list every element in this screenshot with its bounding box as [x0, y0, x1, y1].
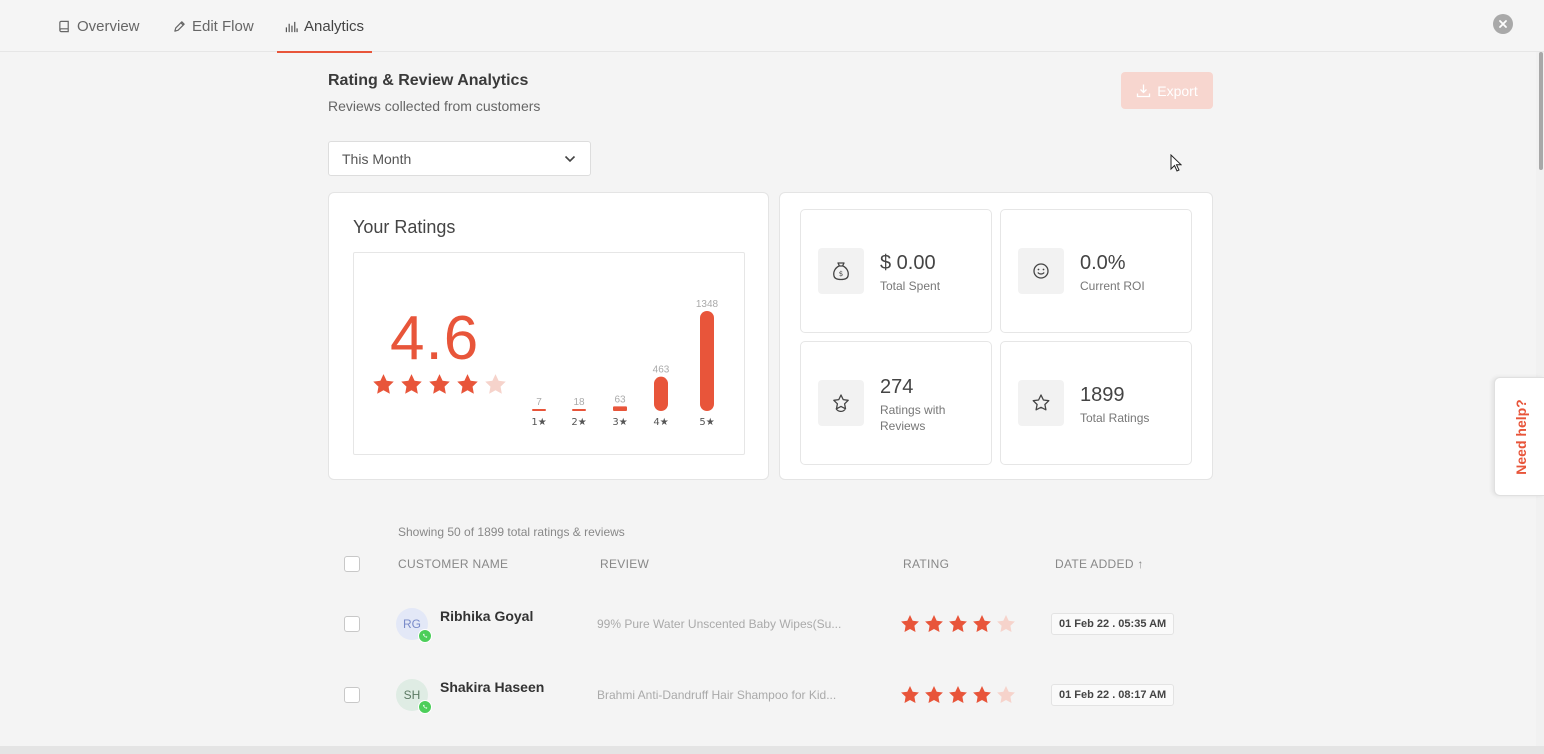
money-bag-icon: $: [818, 248, 864, 294]
book-icon: [59, 20, 69, 32]
close-icon: [1499, 20, 1507, 28]
rating-bar-value: 463: [653, 365, 670, 376]
tab-overview[interactable]: Overview: [58, 0, 140, 52]
ratings-card: Your Ratings 4.6 7 1★ 18 2★ 63 3★ 463 4★ 1348 5★: [328, 192, 769, 480]
stats-card: $ $ 0.00 Total Spent 0.0% Current ROI 27…: [779, 192, 1213, 480]
ratings-with-reviews-label: Ratings with Reviews: [880, 403, 946, 433]
scrollbar-thumb[interactable]: [1539, 52, 1543, 170]
top-tab-bar: Overview Edit Flow Analytics: [0, 0, 1544, 53]
close-button[interactable]: [1493, 14, 1513, 34]
rating-bar-value: 1348: [696, 299, 719, 310]
rating-bar: [572, 409, 586, 411]
rating-bar-label: 5★: [699, 417, 714, 428]
bar-chart-icon: [285, 21, 298, 32]
current-roi-label: Current ROI: [1080, 279, 1145, 293]
download-icon: [1137, 84, 1151, 98]
star-icon: [1018, 380, 1064, 426]
customer-name: Ribhika Goyal: [440, 608, 534, 624]
need-help-button[interactable]: Need help?: [1494, 377, 1544, 496]
rating-bar-label: 3★: [612, 417, 627, 428]
column-header-customer[interactable]: CUSTOMER NAME: [398, 557, 508, 571]
svg-text:$: $: [839, 270, 843, 278]
whatsapp-icon: [418, 700, 432, 714]
star-icon: [973, 686, 991, 703]
period-select-value: This Month: [342, 150, 412, 167]
stat-total-ratings: 1899 Total Ratings: [1000, 341, 1192, 465]
page-title: Rating & Review Analytics: [328, 72, 529, 89]
avatar: RG: [396, 608, 432, 643]
rating-bar: [700, 311, 714, 411]
mouse-cursor-icon: [1170, 154, 1182, 172]
rating-bar: [613, 406, 627, 411]
current-roi-value: 0.0%: [1080, 252, 1126, 274]
star-icon: [925, 615, 943, 632]
rating-bar: [532, 409, 546, 411]
star-icon: [901, 686, 919, 703]
page-subtitle: Reviews collected from customers: [328, 98, 541, 114]
rating-bar: [654, 376, 668, 411]
avatar-initials: RG: [403, 617, 421, 631]
row-checkbox[interactable]: [344, 616, 360, 632]
stat-ratings-with-reviews: 274 Ratings with Reviews: [800, 341, 992, 465]
rating-bar-label: 4★: [653, 417, 668, 428]
export-button[interactable]: Export: [1121, 72, 1213, 109]
column-header-review[interactable]: REVIEW: [600, 557, 649, 571]
tab-edit-flow-label: Edit Flow: [192, 17, 254, 35]
star-icon: [949, 686, 967, 703]
star-icon: [997, 686, 1015, 703]
star-icon: [901, 615, 919, 632]
review-text: Brahmi Anti-Dandruff Hair Shampoo for Ki…: [597, 688, 837, 702]
export-label: Export: [1157, 82, 1198, 99]
whatsapp-icon: [418, 629, 432, 643]
need-help-label: Need help?: [1513, 399, 1529, 475]
star-icon: [997, 615, 1015, 632]
table-row[interactable]: RG Ribhika Goyal 99% Pure Water Unscente…: [328, 589, 1213, 659]
review-text: 99% Pure Water Unscented Baby Wipes(Su..…: [597, 617, 842, 631]
chevron-down-icon: [564, 155, 576, 162]
row-rating-stars: [900, 614, 1016, 634]
showing-count: Showing 50 of 1899 total ratings & revie…: [398, 525, 625, 539]
date-added: 01 Feb 22 . 08:17 AM: [1051, 684, 1175, 706]
table-row[interactable]: SH Shakira Haseen Brahmi Anti-Dandruff H…: [328, 660, 1213, 730]
total-ratings-label: Total Ratings: [1080, 411, 1150, 425]
rating-bar-label: 1★: [531, 417, 546, 428]
ratings-panel: 4.6 7 1★ 18 2★ 63 3★ 463 4★ 1348 5★: [353, 252, 745, 455]
avatar: SH: [396, 679, 432, 714]
stat-current-roi: 0.0% Current ROI: [1000, 209, 1192, 333]
rating-bar-value: 7: [536, 397, 542, 408]
column-header-rating[interactable]: RATING: [903, 557, 949, 571]
row-checkbox[interactable]: [344, 687, 360, 703]
tab-edit-flow[interactable]: Edit Flow: [173, 0, 254, 52]
stat-total-spent: $ $ 0.00 Total Spent: [800, 209, 992, 333]
row-rating-stars: [900, 685, 1016, 705]
tab-overview-label: Overview: [77, 17, 140, 35]
total-ratings-value: 1899: [1080, 384, 1125, 406]
rating-bar-value: 63: [614, 394, 626, 405]
ratings-title: Your Ratings: [353, 217, 456, 237]
smiley-icon: [1018, 248, 1064, 294]
ratings-with-reviews-value: 274: [880, 376, 914, 398]
pencil-icon: [174, 20, 185, 32]
date-added: 01 Feb 22 . 05:35 AM: [1051, 613, 1175, 635]
bottom-strip: [0, 746, 1544, 754]
star-badge-icon: [818, 380, 864, 426]
rating-distribution-chart: 7 1★ 18 2★ 63 3★ 463 4★ 1348 5★: [531, 299, 719, 428]
star-icon: [949, 615, 967, 632]
total-spent-label: Total Spent: [880, 279, 941, 293]
customer-name: Shakira Haseen: [440, 679, 545, 695]
avatar-initials: SH: [403, 688, 421, 702]
star-icon: [973, 615, 991, 632]
select-all-checkbox[interactable]: [344, 556, 360, 572]
tab-analytics-label: Analytics: [304, 17, 365, 35]
tab-analytics[interactable]: Analytics: [276, 0, 373, 53]
rating-bar-value: 18: [573, 397, 585, 408]
column-header-date[interactable]: DATE ADDED ↑: [1055, 557, 1144, 571]
total-spent-value: $ 0.00: [880, 252, 936, 274]
rating-bar-label: 2★: [571, 417, 586, 428]
star-icon: [925, 686, 943, 703]
period-select[interactable]: This Month: [328, 141, 591, 176]
